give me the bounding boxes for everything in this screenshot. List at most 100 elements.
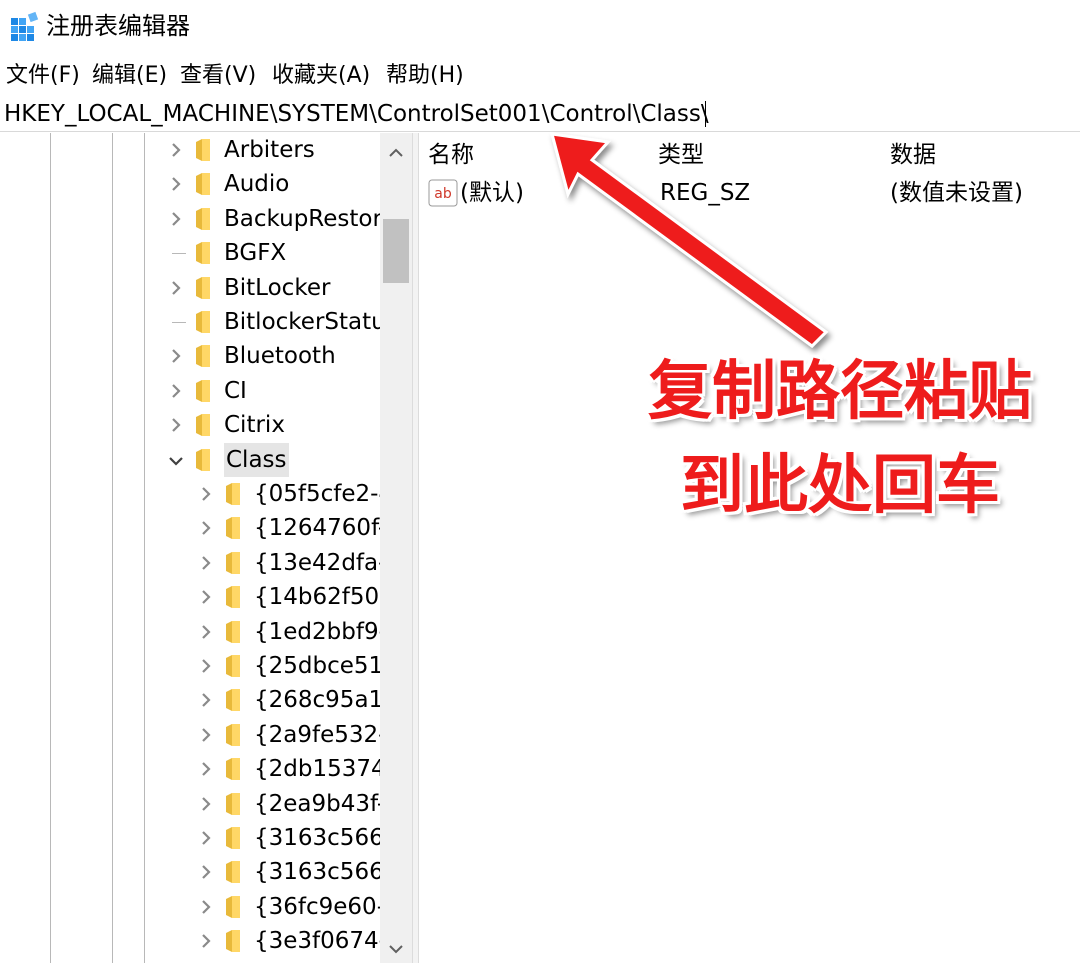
tree-item-label: Audio [224, 171, 290, 197]
address-path[interactable]: HKEY_LOCAL_MACHINE\SYSTEM\ControlSet001\… [4, 96, 709, 132]
chevron-right-icon[interactable] [166, 271, 186, 305]
tree-item[interactable]: {1264760f-a [196, 511, 400, 545]
chevron-right-icon[interactable] [196, 649, 216, 683]
tree-scrollbar[interactable] [380, 133, 412, 963]
chevron-right-icon[interactable] [166, 408, 186, 442]
chevron-right-icon[interactable] [196, 546, 216, 580]
tree-item-label: BackupRestore [224, 206, 396, 232]
tree-item-label: Class [224, 443, 289, 477]
folder-icon [226, 621, 240, 643]
chevron-right-icon[interactable] [166, 202, 186, 236]
folder-icon [226, 655, 240, 677]
scroll-up-icon[interactable] [386, 143, 406, 163]
chevron-right-icon[interactable] [196, 821, 216, 855]
value-list[interactable]: 名称 类型 数据 ab (默认) REG_SZ (数值未设置) [420, 133, 1080, 963]
tree-item-label: {1264760f-a [254, 515, 401, 541]
tree-item[interactable]: BackupRestore [166, 202, 396, 236]
scroll-down-icon[interactable] [386, 939, 406, 959]
tree-item[interactable]: {2ea9b43f-3 [196, 787, 400, 821]
tree-item-label: BGFX [224, 240, 287, 266]
folder-icon [226, 483, 240, 505]
tree-guide-line [144, 133, 145, 963]
chevron-right-icon[interactable] [196, 683, 216, 717]
tree-item[interactable]: BitlockerStatus [166, 305, 398, 339]
folder-icon [226, 586, 240, 608]
tree-item[interactable]: {36fc9e60-c [196, 890, 398, 924]
folder-icon [226, 689, 240, 711]
tree-item-label: {05f5cfe2-4 [254, 481, 394, 507]
folder-icon [196, 208, 210, 230]
chevron-right-icon[interactable] [196, 890, 216, 924]
tree-item-label: {36fc9e60-c [254, 894, 398, 920]
chevron-right-icon[interactable] [166, 374, 186, 408]
tree-item[interactable]: CI [166, 374, 380, 408]
folder-icon [196, 139, 210, 161]
tree-item[interactable]: {3e3f0674-c [196, 924, 400, 958]
tree-item[interactable]: {2a9fe532-0 [196, 718, 401, 752]
folder-icon [196, 449, 210, 471]
chevron-right-icon[interactable] [166, 339, 186, 373]
tree-item[interactable]: Arbiters [166, 133, 380, 167]
tree-item-label: Citrix [224, 412, 285, 438]
tree-item[interactable]: {268c95a1-e [196, 683, 406, 717]
folder-icon [226, 930, 240, 952]
tree-item[interactable]: {3163c566- [196, 821, 392, 855]
folder-icon [196, 277, 210, 299]
tree-guide-line [50, 133, 51, 963]
folder-icon [196, 242, 210, 264]
registry-editor-icon [11, 11, 39, 41]
tree-item[interactable]: {13e42dfa-8 [196, 546, 401, 580]
folder-icon [196, 311, 210, 333]
tree-item[interactable]: Class [166, 443, 380, 477]
menu-edit[interactable]: 编辑(E) [92, 58, 167, 94]
tree-item[interactable]: Bluetooth [166, 339, 380, 373]
tree-item[interactable]: {25dbce51- [196, 649, 391, 683]
tree-item[interactable]: {14b62f50-3 [196, 580, 402, 614]
tree-item-label: {13e42dfa-8 [254, 550, 402, 576]
tree-item[interactable]: {1ed2bbf9-1 [196, 615, 402, 649]
column-header-data[interactable]: 数据 [890, 139, 936, 171]
chevron-right-icon[interactable] [196, 511, 216, 545]
tree-guide-line [112, 133, 113, 963]
chevron-right-icon[interactable] [196, 615, 216, 649]
chevron-right-icon[interactable] [166, 133, 186, 167]
menu-file[interactable]: 文件(F) [6, 58, 80, 94]
column-header-name[interactable]: 名称 [428, 139, 474, 171]
tree-item[interactable]: Citrix [166, 408, 380, 442]
tree-connector-line [172, 253, 186, 254]
chevron-right-icon[interactable] [196, 580, 216, 614]
column-header-type[interactable]: 类型 [658, 139, 704, 171]
scrollbar-thumb[interactable] [383, 219, 409, 283]
tree-item-label: BitlockerStatus [224, 309, 398, 335]
folder-icon [196, 380, 210, 402]
menu-favorites[interactable]: 收藏夹(A) [272, 58, 370, 94]
chevron-right-icon[interactable] [196, 855, 216, 889]
tree-item[interactable]: BGFX [166, 236, 380, 270]
key-tree[interactable]: Arbiters Audio BackupRestore BGFX BitLocker B… [0, 133, 412, 963]
pane-splitter[interactable] [412, 133, 419, 963]
folder-icon [196, 173, 210, 195]
annotation-line-2: 到此处回车 [680, 449, 1000, 523]
chevron-right-icon[interactable] [196, 752, 216, 786]
tree-item[interactable]: Audio [166, 167, 380, 201]
menu-help[interactable]: 帮助(H) [386, 58, 464, 94]
chevron-right-icon[interactable] [196, 718, 216, 752]
chevron-right-icon[interactable] [166, 167, 186, 201]
chevron-right-icon[interactable] [196, 924, 216, 958]
value-type: REG_SZ [660, 180, 751, 206]
address-bar[interactable]: HKEY_LOCAL_MACHINE\SYSTEM\ControlSet001\… [0, 96, 1080, 132]
tree-item[interactable]: {05f5cfe2-4 [196, 477, 393, 511]
value-name: (默认) [460, 180, 524, 206]
menu-view[interactable]: 查看(V) [180, 58, 256, 94]
window-title: 注册表编辑器 [46, 12, 190, 40]
tree-item[interactable]: {2db15374- [196, 752, 394, 786]
chevron-right-icon[interactable] [196, 477, 216, 511]
tree-item[interactable]: BitLocker [166, 271, 380, 305]
value-row[interactable]: ab (默认) REG_SZ (数值未设置) [428, 175, 1068, 211]
tree-item[interactable]: {3163c566- [196, 855, 392, 889]
title-bar: 注册表编辑器 [0, 0, 1080, 52]
string-value-icon: ab [428, 179, 458, 207]
folder-icon [196, 345, 210, 367]
chevron-right-icon[interactable] [196, 787, 216, 821]
chevron-down-icon[interactable] [166, 443, 186, 477]
